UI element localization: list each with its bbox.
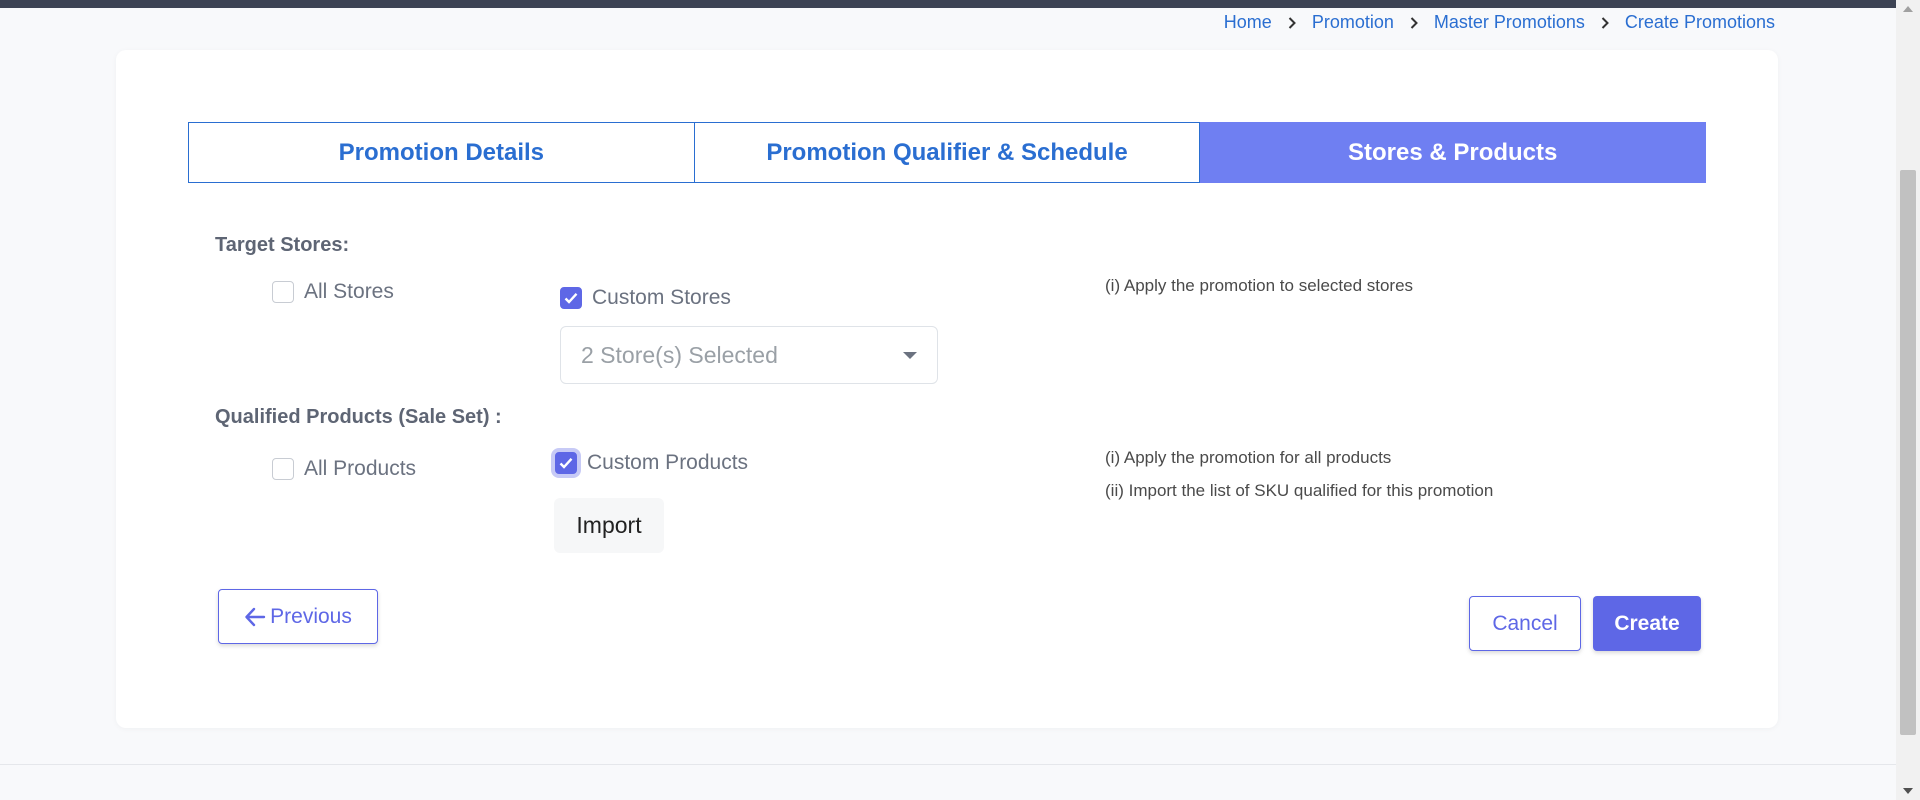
all-stores-checkbox[interactable]: All Stores: [272, 280, 394, 304]
tab-promotion-qualifier-schedule[interactable]: Promotion Qualifier & Schedule: [694, 122, 1201, 183]
breadcrumb: Home Promotion Master Promotions Create …: [1224, 12, 1775, 33]
custom-products-checkbox[interactable]: Custom Products: [555, 451, 748, 475]
breadcrumb-master-promotions[interactable]: Master Promotions: [1434, 12, 1585, 33]
previous-button[interactable]: Previous: [218, 589, 378, 644]
chevron-right-icon: [1408, 16, 1420, 29]
chevron-right-icon: [1286, 16, 1298, 29]
tab-stores-products[interactable]: Stores & Products: [1200, 122, 1707, 183]
chevron-right-icon: [1599, 16, 1611, 29]
breadcrumb-promotion[interactable]: Promotion: [1312, 12, 1394, 33]
products-hint-2: (ii) Import the list of SKU qualified fo…: [1105, 481, 1494, 500]
import-button[interactable]: Import: [554, 498, 664, 553]
all-products-checkbox[interactable]: All Products: [272, 457, 416, 481]
checkbox-box[interactable]: [272, 281, 294, 303]
scrollbar-thumb[interactable]: [1900, 170, 1916, 735]
checkbox-box[interactable]: [272, 458, 294, 480]
all-stores-label: All Stores: [304, 280, 394, 303]
custom-products-label: Custom Products: [587, 451, 749, 474]
check-icon[interactable]: [555, 452, 577, 474]
create-button[interactable]: Create: [1593, 596, 1701, 651]
cancel-button[interactable]: Cancel: [1469, 596, 1581, 651]
target-stores-title: Target Stores:: [215, 234, 350, 256]
products-hint-1: (i) Apply the promotion for all products: [1105, 448, 1392, 467]
tab-promotion-details[interactable]: Promotion Details: [188, 122, 695, 183]
footer-divider: [0, 764, 1896, 765]
step-tabs: Promotion Details Promotion Qualifier & …: [188, 122, 1707, 183]
scroll-down-icon[interactable]: [1903, 788, 1913, 794]
arrow-left-icon: [245, 607, 266, 626]
breadcrumb-create-promotions[interactable]: Create Promotions: [1625, 12, 1775, 33]
vertical-scrollbar[interactable]: [1896, 0, 1920, 800]
caret-down-icon: [903, 351, 917, 359]
qualified-products-title: Qualified Products (Sale Set) :: [215, 406, 502, 428]
breadcrumb-home[interactable]: Home: [1224, 12, 1272, 33]
custom-stores-label: Custom Stores: [592, 286, 731, 309]
store-select-value: 2 Store(s) Selected: [581, 341, 778, 368]
check-icon[interactable]: [560, 287, 582, 309]
store-select-dropdown[interactable]: 2 Store(s) Selected: [560, 326, 938, 384]
scroll-up-icon[interactable]: [1903, 6, 1913, 12]
top-bar: [0, 0, 1896, 8]
previous-label: Previous: [270, 604, 352, 628]
all-products-label: All Products: [304, 457, 417, 480]
stores-hint: (i) Apply the promotion to selected stor…: [1105, 276, 1414, 295]
custom-stores-checkbox[interactable]: Custom Stores: [560, 286, 731, 310]
